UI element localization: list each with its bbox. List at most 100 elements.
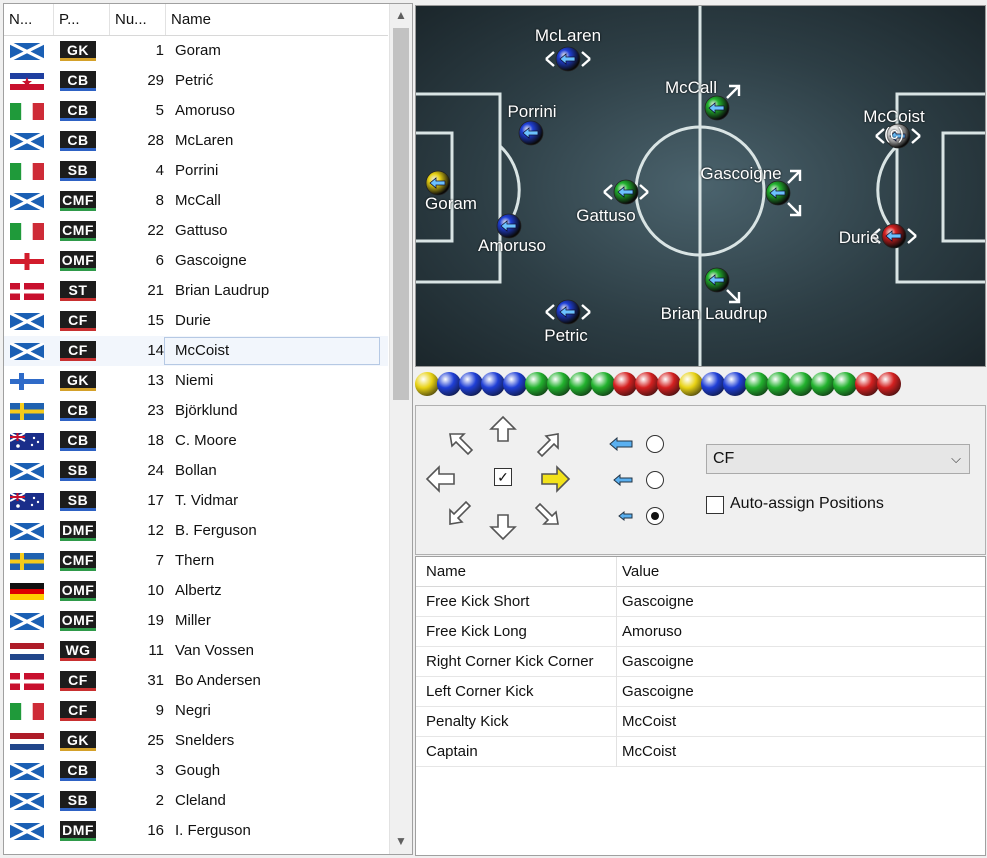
roster-scrollbar[interactable]: ▲ ▼ [389, 4, 412, 854]
roster-row[interactable]: DMF 12 B. Ferguson [4, 516, 388, 546]
property-name: Captain [426, 743, 478, 760]
auto-assign-checkbox[interactable] [706, 496, 724, 514]
roster-body: GK 1 Goram CB 29 Petrić CB 5 Amoruso CB 28 McLaren S… [4, 36, 388, 854]
formation-pitch[interactable]: McLaren McCall Porrini McCoist (c) Goram Gatt… [415, 5, 986, 367]
player-control-panel: ✓ CF ⌵ Auto-assign Positions [415, 405, 986, 555]
player-name: Amoruso [175, 102, 236, 119]
blue-ball-icon [459, 372, 483, 396]
roster-row[interactable]: OMF 19 Miller [4, 606, 388, 636]
player-name: McCoist [175, 342, 230, 359]
arrow-size-radio-large[interactable] [646, 435, 664, 453]
player-marker[interactable] [603, 179, 649, 205]
player-name: Gough [175, 762, 221, 779]
roster-row[interactable]: CB 5 Amoruso [4, 96, 388, 126]
red-ball-icon [657, 372, 681, 396]
roster-row[interactable]: WG 11 Van Vossen [4, 636, 388, 666]
position-badge: OMF [60, 611, 96, 631]
position-badge: CF [60, 341, 96, 361]
roster-row[interactable]: CB 18 C. Moore [4, 426, 388, 456]
arrow-down-left-icon[interactable] [444, 498, 478, 528]
player-number: 31 [147, 672, 164, 689]
arrow-size-radio-small[interactable] [646, 507, 664, 525]
column-header-position[interactable]: P... [54, 4, 110, 35]
arrow-down-icon[interactable] [486, 512, 520, 542]
player-roster-list[interactable]: N... P... Nu... Name GK 1 Goram CB 29 Petrić C… [3, 3, 413, 855]
roster-row[interactable]: GK 13 Niemi [4, 366, 388, 396]
position-dropdown-value: CF [713, 450, 735, 467]
roster-row[interactable]: CF 15 Durie [4, 306, 388, 336]
player-name: Negri [175, 702, 211, 719]
blue-ball-icon [723, 372, 747, 396]
player-marker[interactable] [496, 213, 522, 239]
roster-row[interactable]: OMF 6 Gascoigne [4, 246, 388, 276]
roster-row[interactable]: SB 17 T. Vidmar [4, 486, 388, 516]
player-number: 3 [155, 762, 164, 779]
property-row[interactable]: Right Corner Kick Corner Gascoigne [416, 647, 985, 677]
center-checkbox[interactable]: ✓ [494, 468, 512, 486]
player-marker[interactable] [518, 120, 544, 146]
scroll-down-icon[interactable]: ▼ [390, 830, 412, 852]
roster-row[interactable]: SB 4 Porrini [4, 156, 388, 186]
property-row[interactable]: Left Corner Kick Gascoigne [416, 677, 985, 707]
roster-row[interactable]: ST 21 Brian Laudrup [4, 276, 388, 306]
player-name: Brian Laudrup [175, 282, 270, 299]
property-row[interactable]: Penalty Kick McCoist [416, 707, 985, 737]
roster-row[interactable]: CF 31 Bo Andersen [4, 666, 388, 696]
scroll-up-icon[interactable]: ▲ [390, 4, 412, 26]
player-marker[interactable] [704, 267, 741, 304]
roster-row[interactable]: CF 14 McCoist [4, 336, 388, 366]
italy-flag-icon [10, 103, 44, 120]
scotland-flag-icon [10, 523, 44, 540]
roster-row[interactable]: CB 3 Gough [4, 756, 388, 786]
player-number: 17 [147, 492, 164, 509]
arrow-right-icon[interactable] [538, 464, 572, 494]
roster-row[interactable]: DMF 16 I. Ferguson [4, 816, 388, 846]
netherlands-flag-icon [10, 733, 44, 750]
scotland-flag-icon [10, 763, 44, 780]
arrow-size-radio-medium[interactable] [646, 471, 664, 489]
position-badge: CB [60, 131, 96, 151]
roster-row[interactable]: CF 9 Negri [4, 696, 388, 726]
column-header-number[interactable]: Nu... [110, 4, 166, 35]
roster-row[interactable]: CB 23 Björklund [4, 396, 388, 426]
arrow-left-icon[interactable] [424, 464, 458, 494]
arrow-down-right-icon[interactable] [530, 498, 564, 528]
yellow-ball-icon [679, 372, 703, 396]
roster-row[interactable]: SB 24 Bollan [4, 456, 388, 486]
player-marker[interactable] [545, 299, 591, 325]
player-name: Gascoigne [175, 252, 247, 269]
roster-row[interactable]: CMF 8 McCall [4, 186, 388, 216]
player-marker[interactable] [545, 46, 591, 72]
player-label: Gattuso [576, 206, 636, 225]
property-row[interactable]: Free Kick Short Gascoigne [416, 587, 985, 617]
column-divider[interactable] [616, 557, 617, 587]
property-row[interactable]: Free Kick Long Amoruso [416, 617, 985, 647]
sweden-flag-icon [10, 553, 44, 570]
roster-row[interactable]: GK 1 Goram [4, 36, 388, 66]
player-marker[interactable] [425, 170, 451, 196]
arrow-up-left-icon[interactable] [444, 430, 478, 460]
roster-row[interactable]: OMF 10 Albertz [4, 576, 388, 606]
column-header-name[interactable]: Name [166, 4, 388, 35]
column-header-property-value[interactable]: Value [622, 557, 659, 587]
roster-row[interactable]: GK 25 Snelders [4, 726, 388, 756]
scrollbar-thumb[interactable] [393, 28, 409, 400]
position-badge: CMF [60, 551, 96, 571]
roster-row[interactable]: CMF 22 Gattuso [4, 216, 388, 246]
player-number: 2 [155, 792, 164, 809]
roster-row[interactable]: SB 2 Cleland [4, 786, 388, 816]
player-name: Durie [175, 312, 211, 329]
roster-row[interactable]: CB 29 Petrić [4, 66, 388, 96]
column-header-nationality[interactable]: N... [4, 4, 54, 35]
property-row[interactable]: Captain McCoist [416, 737, 985, 767]
roster-row[interactable]: CMF 7 Thern [4, 546, 388, 576]
player-number: 10 [147, 582, 164, 599]
position-dropdown[interactable]: CF ⌵ [706, 444, 970, 474]
arrow-up-right-icon[interactable] [530, 430, 564, 460]
column-header-property-name[interactable]: Name [426, 557, 466, 587]
arrow-up-icon[interactable] [486, 414, 520, 444]
denmark-flag-icon [10, 283, 44, 300]
player-number: 19 [147, 612, 164, 629]
roster-row[interactable]: CB 28 McLaren [4, 126, 388, 156]
red-ball-icon [613, 372, 637, 396]
